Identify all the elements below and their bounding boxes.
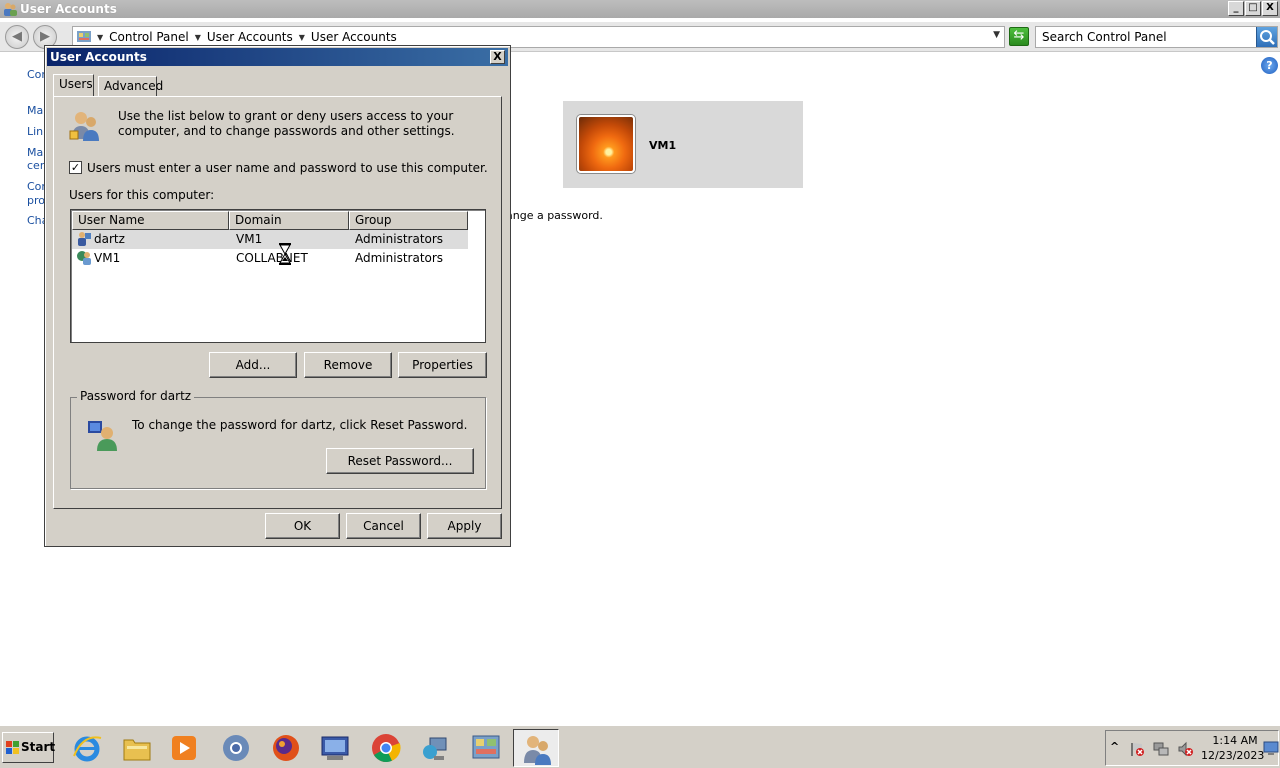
taskbar-user-accounts[interactable]: [513, 729, 559, 767]
window-title: User Accounts: [20, 2, 117, 16]
group-cell: Administrators: [355, 232, 444, 246]
add-user-button[interactable]: Add...: [209, 352, 297, 378]
user-name-cell: dartz: [94, 232, 125, 246]
intro-text: Use the list below to grant or deny user…: [118, 109, 455, 138]
address-dropdown-icon[interactable]: ▼: [993, 30, 1000, 40]
forward-arrow-icon: ▶: [40, 29, 50, 44]
users-list: User Name Domain Group dartz VM1 Adminis…: [70, 209, 486, 343]
minimize-button[interactable]: _: [1228, 1, 1244, 16]
require-login-checkbox[interactable]: ✓: [69, 161, 82, 174]
clock-time[interactable]: 1:14 AM: [1210, 734, 1260, 747]
window-titlebar: User Accounts _ □ X: [0, 0, 1280, 18]
taskbar-control-panel[interactable]: [463, 729, 509, 767]
reset-password-button[interactable]: Reset Password...: [326, 448, 474, 474]
table-row[interactable]: dartz VM1 Administrators: [72, 230, 468, 249]
taskbar-firefox[interactable]: [263, 729, 309, 767]
control-panel-icon: [472, 735, 500, 759]
user-icon: [78, 232, 91, 246]
taskbar-chrome[interactable]: [363, 729, 409, 767]
chevron-right-icon[interactable]: ▼: [97, 33, 103, 42]
user-accounts-icon: [524, 736, 551, 765]
user-card: VM1: [563, 101, 803, 188]
user-name-cell: VM1: [94, 251, 121, 265]
dialog-title: User Accounts: [50, 50, 147, 64]
background-text[interactable]: ange a password.: [506, 209, 603, 222]
user-accounts-dialog: User Accounts X Users Advanced Use the l…: [44, 45, 511, 547]
taskbar-file-explorer[interactable]: [114, 729, 160, 767]
close-button[interactable]: X: [1262, 1, 1278, 16]
refresh-button[interactable]: ⇆: [1009, 27, 1029, 46]
users-icon: [69, 112, 99, 141]
column-group[interactable]: Group: [349, 211, 468, 230]
media-player-icon: [172, 736, 196, 760]
maximize-button[interactable]: □: [1245, 1, 1261, 16]
back-button[interactable]: ◀: [5, 25, 29, 49]
column-user-name[interactable]: User Name: [72, 211, 229, 230]
user-picture[interactable]: [577, 115, 635, 173]
tab-users[interactable]: Users: [53, 74, 94, 96]
taskbar-media-player[interactable]: [161, 729, 207, 767]
internet-explorer-icon: [73, 736, 102, 762]
breadcrumb-user-accounts[interactable]: User Accounts: [207, 30, 293, 44]
help-icon[interactable]: ?: [1261, 57, 1278, 74]
user-card-name: VM1: [649, 139, 677, 152]
action-center-flag-icon[interactable]: [1129, 741, 1145, 757]
breadcrumb-user-accounts-current[interactable]: User Accounts: [311, 30, 397, 44]
network-icon: [423, 737, 447, 760]
tab-advanced[interactable]: Advanced: [98, 76, 163, 96]
search-icon: [1260, 30, 1275, 45]
taskbar: Start ^ 1:14 AM 12/23/2023: [0, 725, 1280, 768]
network-status-icon[interactable]: [1153, 741, 1169, 757]
user-accounts-icon: [4, 3, 17, 16]
remove-user-button[interactable]: Remove: [304, 352, 392, 378]
taskbar-chromium[interactable]: [213, 729, 259, 767]
users-list-label: Users for this computer:: [69, 188, 215, 202]
clock-date[interactable]: 12/23/2023: [1201, 749, 1264, 762]
password-help-text: To change the password for dartz, click …: [132, 418, 468, 432]
dialog-titlebar: User Accounts X: [47, 48, 508, 66]
system-tray: ^ 1:14 AM 12/23/2023: [1105, 730, 1279, 766]
taskbar-remote-desktop[interactable]: [312, 729, 358, 767]
refresh-icon: ⇆: [1013, 28, 1025, 43]
table-row[interactable]: VM1 COLLABNET Administrators: [72, 249, 468, 268]
apply-button[interactable]: Apply: [427, 513, 502, 539]
ok-button[interactable]: OK: [265, 513, 340, 539]
domain-user-icon: [77, 251, 91, 265]
breadcrumb: ▼ Control Panel ▼ User Accounts ▼ User A…: [97, 30, 397, 44]
dialog-close-button[interactable]: X: [490, 50, 505, 64]
firefox-icon: [273, 735, 299, 761]
user-password-icon: [88, 421, 117, 451]
cancel-button[interactable]: Cancel: [346, 513, 421, 539]
folder-icon: [123, 739, 151, 761]
show-hidden-icons-button[interactable]: ^: [1110, 740, 1119, 753]
column-domain[interactable]: Domain: [229, 211, 349, 230]
password-group-title: Password for dartz: [77, 389, 195, 403]
properties-button[interactable]: Properties: [398, 352, 487, 378]
back-arrow-icon: ◀: [12, 29, 22, 44]
volume-muted-icon[interactable]: [1177, 741, 1193, 757]
taskbar-internet-explorer[interactable]: [64, 729, 110, 767]
taskbar-network[interactable]: [413, 729, 459, 767]
search-box: [1035, 26, 1278, 48]
search-button[interactable]: [1256, 27, 1277, 47]
start-button[interactable]: Start: [2, 732, 56, 763]
control-panel-icon: [77, 31, 91, 42]
require-login-label[interactable]: Users must enter a user name and passwor…: [87, 161, 488, 175]
chevron-down-icon[interactable]: ▼: [195, 33, 201, 42]
left-nav-link[interactable]: pro: [27, 194, 45, 207]
password-groupbox: Password for dartz To change the passwor…: [70, 389, 486, 489]
show-desktop-icon[interactable]: [1263, 740, 1279, 756]
chevron-down-icon[interactable]: ▼: [299, 33, 305, 42]
start-label: Start: [21, 740, 56, 754]
chromium-icon: [223, 735, 249, 761]
breadcrumb-control-panel[interactable]: Control Panel: [109, 30, 189, 44]
search-input[interactable]: [1036, 27, 1256, 47]
group-cell: Administrators: [355, 251, 444, 265]
remote-desktop-icon: [321, 736, 349, 760]
hourglass-cursor-icon: [279, 243, 291, 265]
chrome-icon: [372, 734, 401, 762]
windows-logo-icon: [6, 741, 19, 754]
users-list-header: User Name Domain Group: [72, 211, 468, 230]
